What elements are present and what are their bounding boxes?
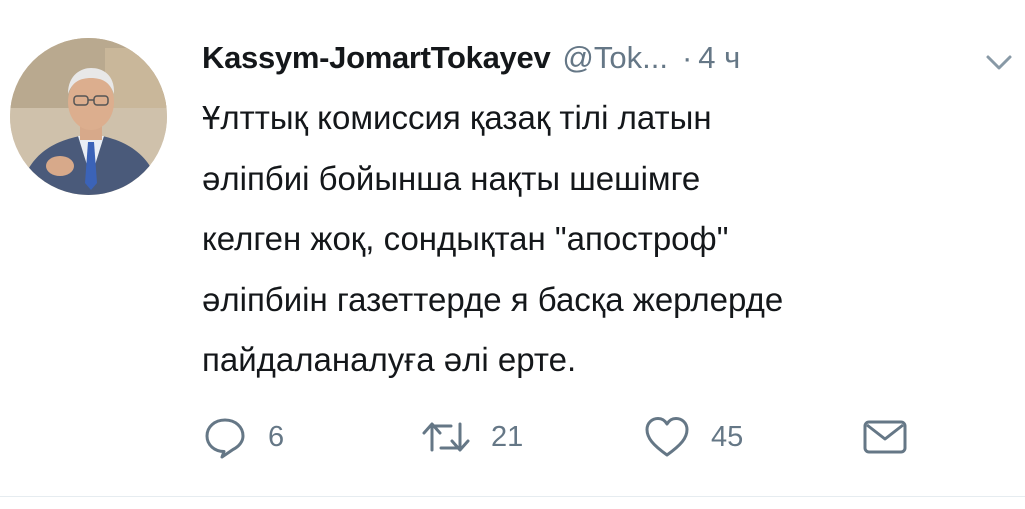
reply-count: 6 — [268, 420, 285, 453]
avatar[interactable] — [10, 38, 167, 195]
retweet-count: 21 — [491, 420, 524, 453]
tweet-header: Kassym-JomartTokayev @Tok... · 4 ч — [202, 36, 740, 80]
retweet-button[interactable]: 21 — [421, 414, 523, 460]
tweet-text-line: Ұлттық комиссия қазақ тілі латын — [202, 99, 712, 136]
divider — [0, 496, 1025, 497]
retweet-icon — [422, 422, 470, 452]
tweet-text-line: әліпбиін газеттерде я басқа жерлерде — [202, 280, 784, 318]
separator-dot: · — [681, 40, 693, 75]
direct-message-button[interactable] — [861, 414, 909, 460]
tweet[interactable]: Kassym-JomartTokayev @Tok... · 4 ч Ұлтты… — [0, 0, 1025, 509]
tweet-text-line: келген жоқ, сондықтан "апостроф" — [202, 220, 729, 257]
tweet-text-line: әліпбиі бойынша нақты шешімге — [202, 159, 701, 197]
avatar-photo — [10, 38, 167, 195]
more-options-button[interactable] — [982, 50, 1016, 74]
reply-icon — [205, 418, 245, 459]
like-button[interactable]: 45 — [643, 414, 743, 460]
tweet-text-line: пайдаланалуға әлі ерте. — [202, 341, 577, 378]
user-handle[interactable]: @Tok... — [562, 40, 668, 76]
heart-icon — [645, 417, 689, 457]
like-count: 45 — [711, 420, 744, 453]
timestamp[interactable]: 4 ч — [698, 40, 740, 76]
reply-button[interactable]: 6 — [202, 414, 284, 460]
display-name[interactable]: Kassym-JomartTokayev — [202, 40, 551, 76]
envelope-icon — [863, 420, 907, 454]
chevron-down-icon — [986, 55, 1012, 70]
tweet-actions: 6 21 45 — [202, 414, 922, 460]
tweet-text: Ұлттық комиссия қазақ тілі латын әліпбиі… — [202, 88, 1012, 391]
